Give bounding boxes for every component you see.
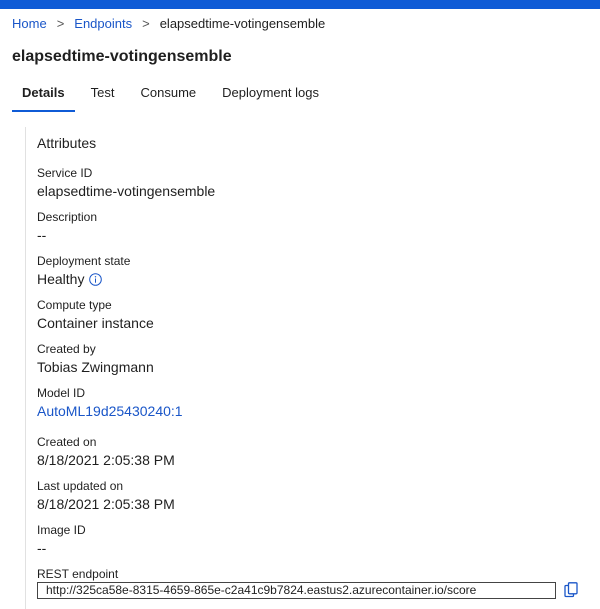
image-id-attribute: Image ID -- — [37, 523, 86, 557]
deployment-state-value: Healthy — [37, 271, 85, 287]
compute-type-label: Compute type — [37, 298, 112, 312]
rest-endpoint-field[interactable]: http://325ca58e-8315-4659-865e-c2a41c9b7… — [37, 582, 556, 599]
deployment-state-row: Healthy — [37, 270, 130, 288]
top-bar — [0, 0, 600, 9]
service-id-value: elapsedtime-votingensemble — [37, 183, 216, 199]
model-id-label: Model ID — [37, 386, 86, 400]
created-on-attribute: Created on 8/18/2021 2:05:38 PM — [37, 435, 175, 469]
created-on-label: Created on — [37, 435, 97, 449]
image-id-label: Image ID — [37, 523, 86, 537]
info-icon[interactable] — [89, 272, 103, 286]
image-id-value: -- — [37, 540, 47, 556]
created-by-value: Tobias Zwingmann — [37, 359, 154, 375]
description-value: -- — [37, 227, 47, 243]
service-id-label: Service ID — [37, 166, 93, 180]
attributes-heading: Attributes — [37, 135, 97, 151]
breadcrumb-separator-icon: > — [56, 16, 65, 31]
breadcrumb-endpoints-link[interactable]: Endpoints — [74, 16, 132, 31]
compute-type-attribute: Compute type Container instance — [37, 298, 154, 332]
tab-bar: Details Test Consume Deployment logs — [12, 86, 335, 114]
compute-type-value: Container instance — [37, 315, 154, 331]
tab-details[interactable]: Details — [12, 86, 75, 112]
rest-endpoint-label: REST endpoint — [37, 567, 119, 581]
last-updated-on-attribute: Last updated on 8/18/2021 2:05:38 PM — [37, 479, 175, 513]
breadcrumb-home-link[interactable]: Home — [12, 16, 47, 31]
copy-icon[interactable] — [564, 582, 578, 598]
breadcrumb-separator-icon: > — [142, 16, 150, 31]
tab-test[interactable]: Test — [81, 86, 125, 112]
description-label: Description — [37, 210, 98, 224]
created-by-attribute: Created by Tobias Zwingmann — [37, 342, 154, 376]
last-updated-on-label: Last updated on — [37, 479, 124, 493]
deployment-state-label: Deployment state — [37, 254, 131, 268]
tab-consume[interactable]: Consume — [130, 86, 206, 112]
service-id-attribute: Service ID elapsedtime-votingensemble — [37, 166, 215, 200]
created-by-label: Created by — [37, 342, 96, 356]
description-attribute: Description -- — [37, 210, 97, 244]
breadcrumb-current: elapsedtime-votingensemble — [159, 16, 326, 31]
tab-deployment-logs[interactable]: Deployment logs — [212, 86, 329, 112]
page-title: elapsedtime-votingensemble — [12, 48, 232, 65]
rest-endpoint-attribute: REST endpoint — [37, 567, 118, 581]
model-id-link[interactable]: AutoML19d25430240:1 — [37, 402, 183, 420]
last-updated-on-value: 8/18/2021 2:05:38 PM — [37, 496, 175, 512]
model-id-attribute: Model ID AutoML19d25430240:1 — [37, 386, 183, 420]
created-on-value: 8/18/2021 2:05:38 PM — [37, 452, 175, 468]
deployment-state-attribute: Deployment state Healthy — [37, 254, 130, 288]
breadcrumb: Home > Endpoints > elapsedtime-votingens… — [12, 16, 325, 31]
